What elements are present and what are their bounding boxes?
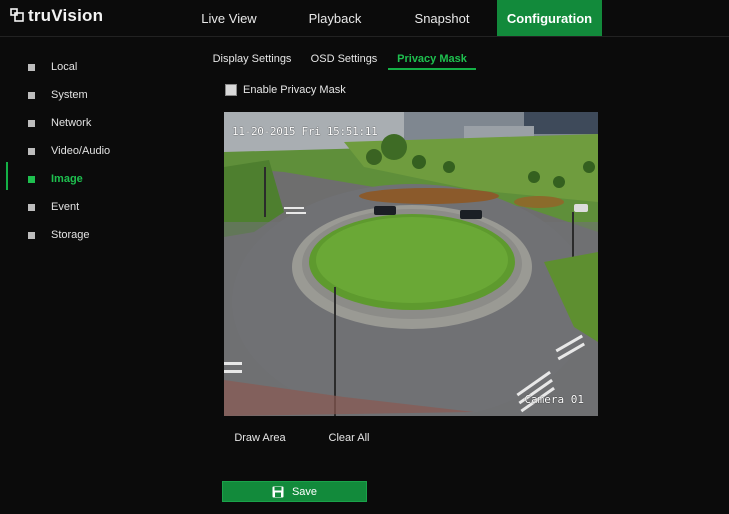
sidebar-item-image[interactable]: Image [28,169,83,189]
roundabout-scene-image [224,112,598,416]
top-navigation-bar: truVision Live View Playback Snapshot Co… [0,0,729,37]
truvision-logo-icon [10,8,24,22]
sidebar-item-label: Network [51,117,92,129]
tab-osd-settings[interactable]: OSD Settings [304,48,384,70]
sidebar-item-label: System [51,89,88,101]
osd-camera-name: Camera 01 [524,393,584,406]
tab-display-settings[interactable]: Display Settings [206,48,298,70]
enable-privacy-mask-checkbox[interactable] [225,84,237,96]
nav-tab-live-view[interactable]: Live View [176,0,282,36]
brand-name: truVision [28,6,104,25]
sidebar-item-label: Storage [51,229,90,241]
tab-privacy-mask[interactable]: Privacy Mask [388,48,476,70]
brand-logo: truVision [10,6,103,26]
sidebar-item-local[interactable]: Local [28,57,77,77]
sidebar-item-storage[interactable]: Storage [28,225,90,245]
sidebar: Local System Network Video/Audio Image E… [0,37,180,514]
sidebar-item-label: Local [51,61,78,73]
enable-privacy-mask-row: Enable Privacy Mask [225,84,346,96]
square-bullet-icon [28,147,35,155]
enable-privacy-mask-label: Enable Privacy Mask [243,84,346,96]
sidebar-item-video-audio[interactable]: Video/Audio [28,141,110,161]
nav-tab-playback[interactable]: Playback [282,0,388,36]
osd-timestamp: 11-20-2015 Fri 15:51:11 [232,125,378,138]
sidebar-item-event[interactable]: Event [28,197,79,217]
nav-tab-configuration[interactable]: Configuration [497,0,602,36]
square-bullet-icon [28,119,35,127]
sidebar-item-label: Image [51,173,83,185]
square-bullet-icon [28,91,35,99]
nav-tab-snapshot[interactable]: Snapshot [388,0,496,36]
square-bullet-icon [28,203,35,211]
tab-active-underline [388,68,476,70]
save-button[interactable]: Save [222,481,367,502]
sidebar-item-label: Video/Audio [51,145,111,157]
sidebar-item-label: Event [51,201,80,213]
sidebar-item-network[interactable]: Network [28,113,91,133]
save-button-label: Save [291,485,318,498]
sidebar-active-indicator [6,162,8,190]
draw-area-button[interactable]: Draw Area [228,428,292,448]
camera-live-view[interactable]: 11-20-2015 Fri 15:51:11 Camera 01 [224,112,598,416]
sidebar-item-system[interactable]: System [28,85,88,105]
floppy-disk-icon [272,486,284,497]
square-bullet-icon [28,63,35,71]
square-bullet-icon [28,231,35,239]
clear-all-button[interactable]: Clear All [318,428,380,448]
square-bullet-icon [28,175,35,183]
